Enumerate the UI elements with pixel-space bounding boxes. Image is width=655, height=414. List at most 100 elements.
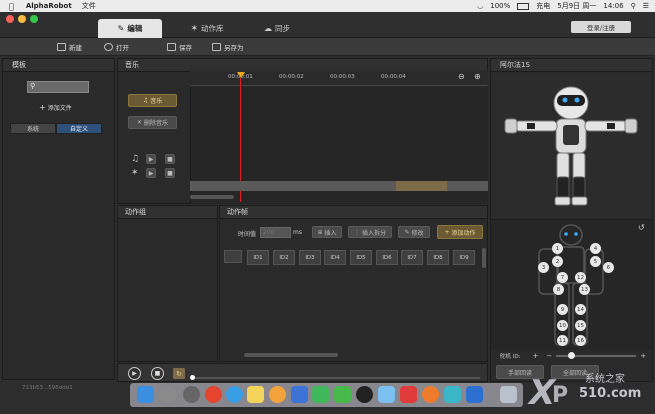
joint-13[interactable]: 13	[579, 284, 590, 295]
modify-button[interactable]: ✎ 修改	[398, 226, 430, 238]
joint-4[interactable]: 4	[590, 243, 601, 254]
frame-vertical-scrollbar[interactable]	[482, 248, 486, 268]
menu-app-name[interactable]: AlphaRobot	[26, 2, 72, 10]
reset-view-icon[interactable]: ↺	[638, 223, 645, 232]
minimize-window-button[interactable]	[18, 15, 26, 23]
servo-plus-icon[interactable]: +	[640, 352, 646, 360]
joint-2[interactable]: 2	[552, 256, 563, 267]
tab-sync[interactable]: ☁ 同步	[252, 19, 302, 38]
servo-minus-icon[interactable]: −	[546, 352, 552, 360]
save-button[interactable]: 保存	[167, 41, 192, 53]
action-track-play-button[interactable]: ▶	[146, 168, 156, 178]
wifi-icon[interactable]: ◡	[477, 2, 483, 10]
template-search-input[interactable]: ⚲	[27, 81, 89, 93]
joint-10[interactable]: 10	[557, 320, 568, 331]
servo-slider-knob[interactable]	[568, 351, 576, 359]
launchpad-icon[interactable]	[160, 386, 177, 403]
play-button[interactable]: ▶	[128, 367, 141, 380]
joint-1[interactable]: 1	[552, 243, 563, 254]
add-action-button[interactable]: + 添加动作	[437, 225, 483, 239]
servo-add-icon[interactable]: +	[532, 352, 538, 360]
joint-16[interactable]: 16	[575, 335, 586, 346]
window-titlebar: ✎ 编辑 ✶ 动作库 ☁ 同步 登录/注册	[0, 12, 655, 38]
photos-icon[interactable]	[269, 386, 286, 403]
servo-id-8[interactable]: ID8	[427, 250, 449, 265]
stop-button[interactable]: ■	[151, 367, 164, 380]
app-icon-blue[interactable]	[466, 386, 483, 403]
taobao-icon[interactable]	[400, 386, 417, 403]
chrome-icon[interactable]	[205, 386, 222, 403]
action-track-stop-button[interactable]: ■	[165, 168, 175, 178]
time-value-input[interactable]	[260, 227, 291, 238]
music-button[interactable]: ♫ 音乐	[128, 94, 177, 107]
servo-id-6[interactable]: ID6	[376, 250, 398, 265]
joint-9[interactable]: 9	[557, 304, 568, 315]
app-icon-orange[interactable]	[422, 386, 439, 403]
tab-system[interactable]: 系统	[10, 123, 56, 134]
qq-icon[interactable]	[356, 386, 373, 403]
music-scrollbar[interactable]	[190, 195, 234, 199]
numbers-icon[interactable]	[312, 386, 329, 403]
music-waveform-strip[interactable]	[190, 181, 488, 191]
servo-id-7[interactable]: ID7	[401, 250, 423, 265]
mail-icon[interactable]	[378, 386, 395, 403]
servo-id-9[interactable]: ID9	[453, 250, 475, 265]
tab-custom[interactable]: 自定义	[56, 123, 102, 134]
new-button[interactable]: 新建	[57, 41, 82, 53]
zoom-window-button[interactable]	[30, 15, 38, 23]
playback-progress-track[interactable]	[190, 375, 480, 380]
servo-id-3[interactable]: ID3	[299, 250, 321, 265]
menu-file[interactable]: 文件	[82, 1, 96, 11]
joint-6[interactable]: 6	[603, 262, 614, 273]
wechat-icon[interactable]	[334, 386, 351, 403]
app-icon-teal[interactable]	[444, 386, 461, 403]
menu-time[interactable]: 14:06	[603, 2, 623, 10]
finder-icon[interactable]	[137, 386, 154, 403]
joint-15[interactable]: 15	[575, 320, 586, 331]
servo-id-2[interactable]: ID2	[273, 250, 295, 265]
joint-11[interactable]: 11	[557, 335, 568, 346]
music-button-label: 音乐	[150, 98, 163, 105]
robot-3d-view[interactable]	[491, 73, 652, 219]
search-icon[interactable]: ⚲	[631, 2, 636, 10]
frame-horizontal-scrollbar[interactable]	[244, 353, 338, 357]
zoom-in-icon[interactable]: ⊕	[474, 72, 481, 81]
servo-slider[interactable]	[556, 351, 637, 359]
joint-7[interactable]: 7	[557, 272, 568, 283]
notes-icon[interactable]	[247, 386, 264, 403]
joint-14[interactable]: 14	[575, 304, 586, 315]
open-button[interactable]: 打开	[104, 41, 129, 53]
tab-edit[interactable]: ✎ 编辑	[98, 19, 162, 38]
save-as-button[interactable]: 另存为	[212, 41, 244, 53]
joint-12[interactable]: 12	[575, 272, 586, 283]
apple-icon[interactable]: 	[9, 2, 14, 11]
menu-date[interactable]: 5月9日 周一	[557, 1, 596, 11]
music-track-stop-button[interactable]: ■	[165, 154, 175, 164]
add-file-button[interactable]: + 添加文件	[39, 102, 72, 112]
music-selection-block[interactable]	[396, 181, 447, 191]
trash-icon[interactable]	[500, 386, 517, 403]
login-register-button[interactable]: 登录/注册	[571, 21, 631, 33]
servo-id-1[interactable]: ID1	[247, 250, 269, 265]
battery-icon[interactable]	[517, 2, 530, 10]
template-tab-bar: 系统 自定义	[10, 123, 102, 134]
playhead-marker-icon[interactable]	[237, 72, 245, 78]
close-window-button[interactable]	[6, 15, 14, 23]
joint-3[interactable]: 3	[538, 262, 549, 273]
menu-list-icon[interactable]: ☰	[643, 2, 649, 10]
zoom-out-icon[interactable]: ⊖	[458, 72, 465, 81]
keynote-icon[interactable]	[291, 386, 308, 403]
insert-button[interactable]: ⊕ 插入	[312, 226, 342, 238]
joint-8[interactable]: 8	[553, 284, 564, 295]
playback-progress-knob[interactable]	[190, 375, 195, 380]
insert-split-button[interactable]: ⋮ 插入拆分	[348, 226, 392, 238]
system-prefs-icon[interactable]	[183, 386, 200, 403]
tab-action-library[interactable]: ✶ 动作库	[176, 19, 238, 38]
delete-music-button[interactable]: ✕ 删除音乐	[128, 116, 177, 129]
joint-5[interactable]: 5	[590, 256, 601, 267]
safari-icon[interactable]	[226, 386, 243, 403]
servo-id-4[interactable]: ID4	[324, 250, 346, 265]
servo-id-5[interactable]: ID5	[350, 250, 372, 265]
loop-button[interactable]: ↻	[173, 368, 185, 379]
music-track-play-button[interactable]: ▶	[146, 154, 156, 164]
